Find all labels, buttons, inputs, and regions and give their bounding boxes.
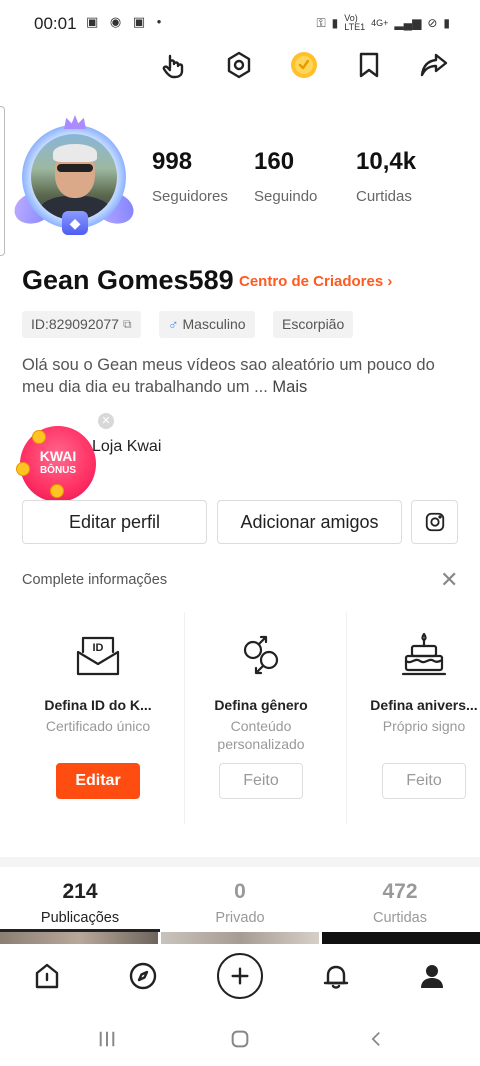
private-count: 0 xyxy=(234,880,246,903)
followers-label: Seguidores xyxy=(152,188,228,205)
likes-label: Curtidas xyxy=(356,188,412,205)
video-thumbnail[interactable] xyxy=(322,932,480,944)
level-badge-icon: ◆ xyxy=(62,211,88,235)
card-subtitle: Conteúdo personalizado xyxy=(217,718,305,752)
gender-tag: ♂ Masculino xyxy=(159,311,255,338)
battery-icon: ▮ xyxy=(443,16,450,30)
signal-icon: ▂▄▆ xyxy=(394,16,422,30)
home-icon[interactable] xyxy=(29,958,65,994)
liked-count: 472 xyxy=(382,880,418,903)
hand-icon[interactable] xyxy=(158,48,192,82)
card-subtitle: Certificado único xyxy=(45,718,151,734)
zodiac-tag: Escorpião xyxy=(273,311,354,338)
card-title: Defina gênero xyxy=(214,697,308,713)
following-stat[interactable]: 160 Seguindo xyxy=(254,148,317,205)
kwai-shop-link[interactable]: Loja Kwai xyxy=(92,438,161,456)
notifications-icon[interactable] xyxy=(318,958,354,994)
bio-text: Olá sou o Gean meus vídeos sao aleatório… xyxy=(22,356,435,396)
coin-icon[interactable] xyxy=(287,48,321,82)
back-icon[interactable] xyxy=(361,1026,391,1052)
complete-card-gender[interactable]: Defina gênero Conteúdo personalizado Fei… xyxy=(181,612,341,824)
avatar-photo xyxy=(31,134,117,220)
card-subtitle: Próprio signo xyxy=(382,718,466,734)
following-count: 160 xyxy=(254,148,295,175)
tab-posts[interactable]: 214 Publicações xyxy=(0,880,160,926)
likes-stat[interactable]: 10,4k Curtidas xyxy=(356,148,416,205)
copy-icon[interactable]: ⧉ xyxy=(123,311,132,338)
profile-name: Gean Gomes589 xyxy=(22,265,234,295)
volte-icon: Vo) LTE1 xyxy=(344,13,366,32)
zodiac-label: Escorpião xyxy=(282,316,345,332)
id-envelope-icon: ID xyxy=(73,630,123,680)
bio-more-link[interactable]: Mais xyxy=(272,378,307,396)
status-time: 00:01 xyxy=(34,14,77,33)
create-icon[interactable] xyxy=(217,953,263,999)
followers-stat[interactable]: 998 Seguidores xyxy=(152,148,228,205)
card-title: Defina ID do K... xyxy=(44,697,152,713)
card-title: Defina anivers... xyxy=(370,697,478,713)
instagram-icon xyxy=(425,512,444,532)
user-id-label: ID:829092077 xyxy=(31,316,119,332)
complete-card-id[interactable]: ID Defina ID do K... Certificado único E… xyxy=(18,612,178,824)
discover-icon[interactable] xyxy=(125,958,161,994)
bonus-close-icon[interactable]: ✕ xyxy=(98,413,114,429)
lock-icon: ▮ xyxy=(331,16,339,30)
gender-icon xyxy=(236,630,286,680)
gender-label: Masculino xyxy=(182,316,246,332)
cake-icon xyxy=(399,630,449,680)
home-button-icon[interactable] xyxy=(225,1026,255,1052)
profile-icon[interactable] xyxy=(414,958,450,994)
section-separator xyxy=(0,857,480,867)
tab-private[interactable]: 0 Privado xyxy=(160,880,320,926)
coin-icon xyxy=(32,430,46,444)
coin-icon xyxy=(50,484,64,498)
liked-label: Curtidas xyxy=(373,910,427,926)
creator-center-link[interactable]: Centro de Criadores › xyxy=(239,273,392,290)
likes-count: 10,4k xyxy=(356,148,417,175)
bonus-title: KWAI xyxy=(39,448,77,464)
svg-text:ID: ID xyxy=(93,642,104,654)
recent-apps-icon[interactable] xyxy=(92,1026,122,1052)
crown-icon xyxy=(64,115,86,129)
followers-count: 998 xyxy=(152,148,193,175)
status-system-icons: ⚿ ▮ Vo) LTE1 4G+ ▂▄▆ ⊘ ▮ xyxy=(317,14,451,32)
coin-icon xyxy=(16,462,30,476)
complete-card-birthday[interactable]: Defina anivers... Próprio signo Feito xyxy=(344,612,480,824)
avatar[interactable]: ◆ xyxy=(10,115,138,237)
avatar-glasses xyxy=(57,164,93,172)
edit-button[interactable]: Editar xyxy=(56,763,140,799)
network-type-label: 4G+ xyxy=(371,18,389,28)
avatar-hair xyxy=(53,144,97,162)
kwai-bonus-button[interactable]: KWAI BÔNUS xyxy=(16,426,96,502)
bonus-subtitle: BÔNUS xyxy=(39,465,77,476)
following-label: Seguindo xyxy=(254,188,318,205)
done-button[interactable]: Feito xyxy=(219,763,303,799)
profile-bio[interactable]: Olá sou o Gean meus vídeos sao aleatório… xyxy=(22,354,442,398)
male-icon: ♂ xyxy=(168,316,179,332)
done-button[interactable]: Feito xyxy=(382,763,466,799)
dnd-icon: ⊘ xyxy=(427,16,438,30)
edit-profile-button[interactable]: Editar perfil xyxy=(22,500,207,544)
tab-likes[interactable]: 472 Curtidas xyxy=(320,880,480,926)
key-icon: ⚿ xyxy=(316,15,326,30)
add-friends-button[interactable]: Adicionar amigos xyxy=(217,500,402,544)
bookmark-icon[interactable] xyxy=(352,48,386,82)
complete-info-title: Complete informações xyxy=(22,572,168,588)
settings-hexagon-icon[interactable] xyxy=(222,48,256,82)
instagram-button[interactable] xyxy=(411,500,458,544)
video-thumbnail[interactable] xyxy=(0,932,158,944)
chevron-right-icon: › xyxy=(387,273,393,290)
posts-count: 214 xyxy=(62,880,98,903)
share-icon[interactable] xyxy=(417,48,451,82)
status-notification-icons: ▣ ◉ ▣ • xyxy=(86,14,166,29)
close-icon[interactable]: ✕ xyxy=(440,569,458,591)
creator-center-label: Centro de Criadores xyxy=(239,273,384,290)
posts-label: Publicações xyxy=(40,910,120,926)
private-label: Privado xyxy=(215,910,265,926)
side-drawer-handle[interactable] xyxy=(0,106,5,256)
user-id-tag[interactable]: ID:829092077 ⧉ xyxy=(22,311,141,338)
video-thumbnail[interactable] xyxy=(161,932,319,944)
